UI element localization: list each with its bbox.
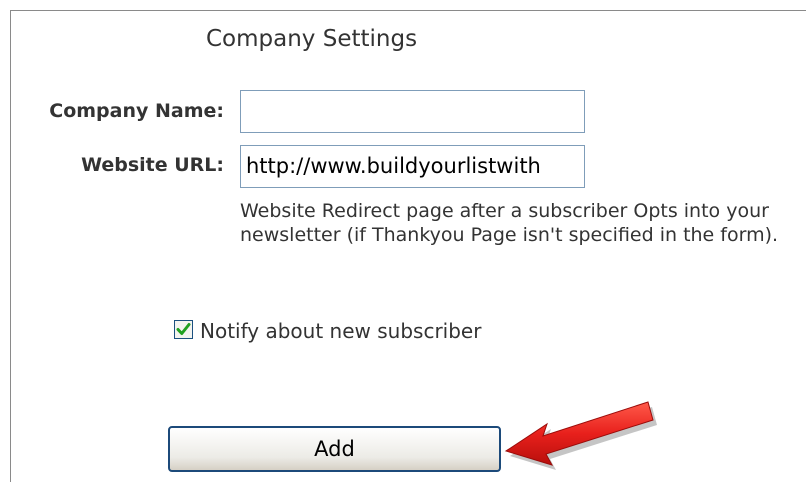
company-name-field[interactable]: [240, 90, 585, 133]
checkmark-icon: [176, 323, 191, 335]
red-arrow-icon: [504, 401, 657, 470]
website-url-help-text: Website Redirect page after a subscriber…: [240, 200, 779, 246]
company-name-label: Company Name:: [49, 100, 224, 122]
website-url-label: Website URL:: [81, 154, 224, 176]
website-url-field[interactable]: http://www.buildyourlistwith: [240, 145, 585, 188]
notify-label: Notify about new subscriber: [200, 319, 482, 343]
notify-checkbox[interactable]: [174, 320, 193, 339]
page-title: Company Settings: [206, 26, 418, 52]
frame-border-top: [10, 10, 806, 11]
add-button[interactable]: Add: [168, 426, 501, 472]
frame-border-left: [10, 10, 11, 482]
